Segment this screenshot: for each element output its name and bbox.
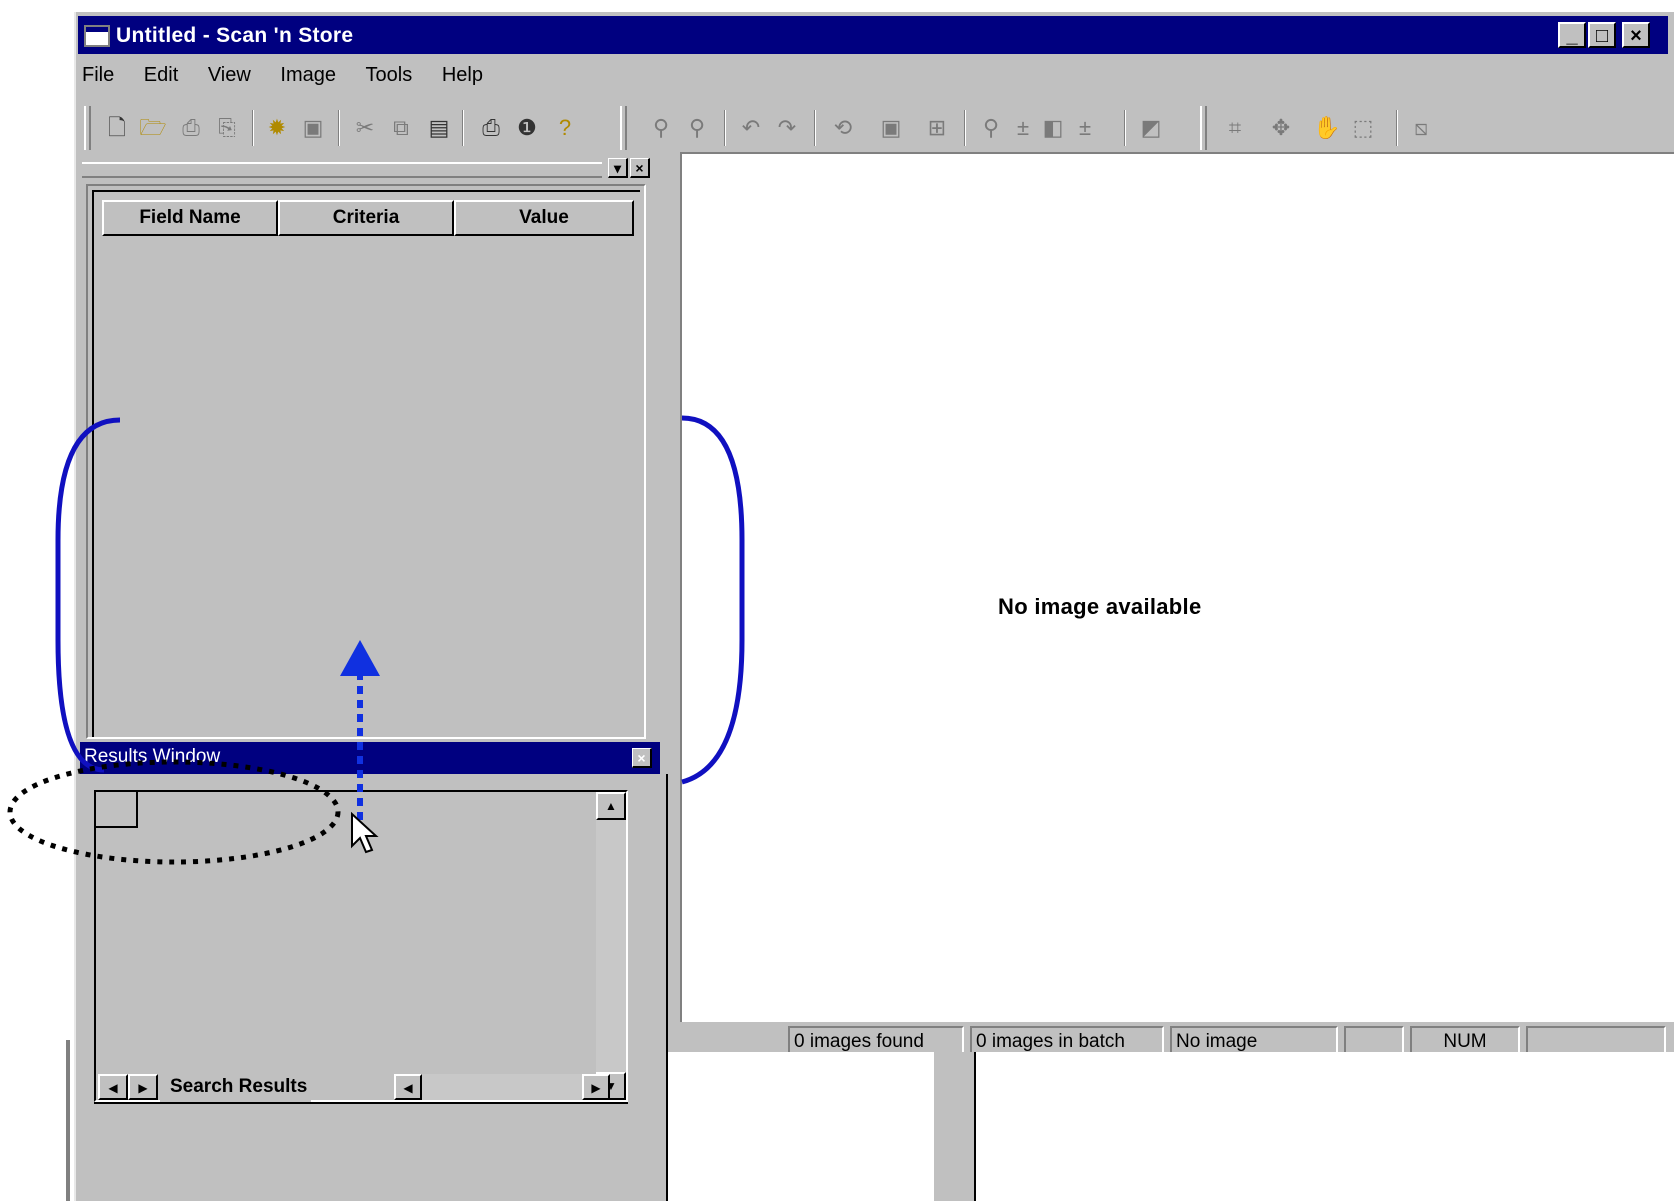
right-bracket-annotation [681,415,745,785]
mouse-cursor-icon [351,811,379,854]
left-bracket-annotation [55,417,121,773]
title-highlight-ellipse [7,759,341,865]
annotation-overlay [7,415,745,865]
drag-arrow-head [340,640,380,676]
